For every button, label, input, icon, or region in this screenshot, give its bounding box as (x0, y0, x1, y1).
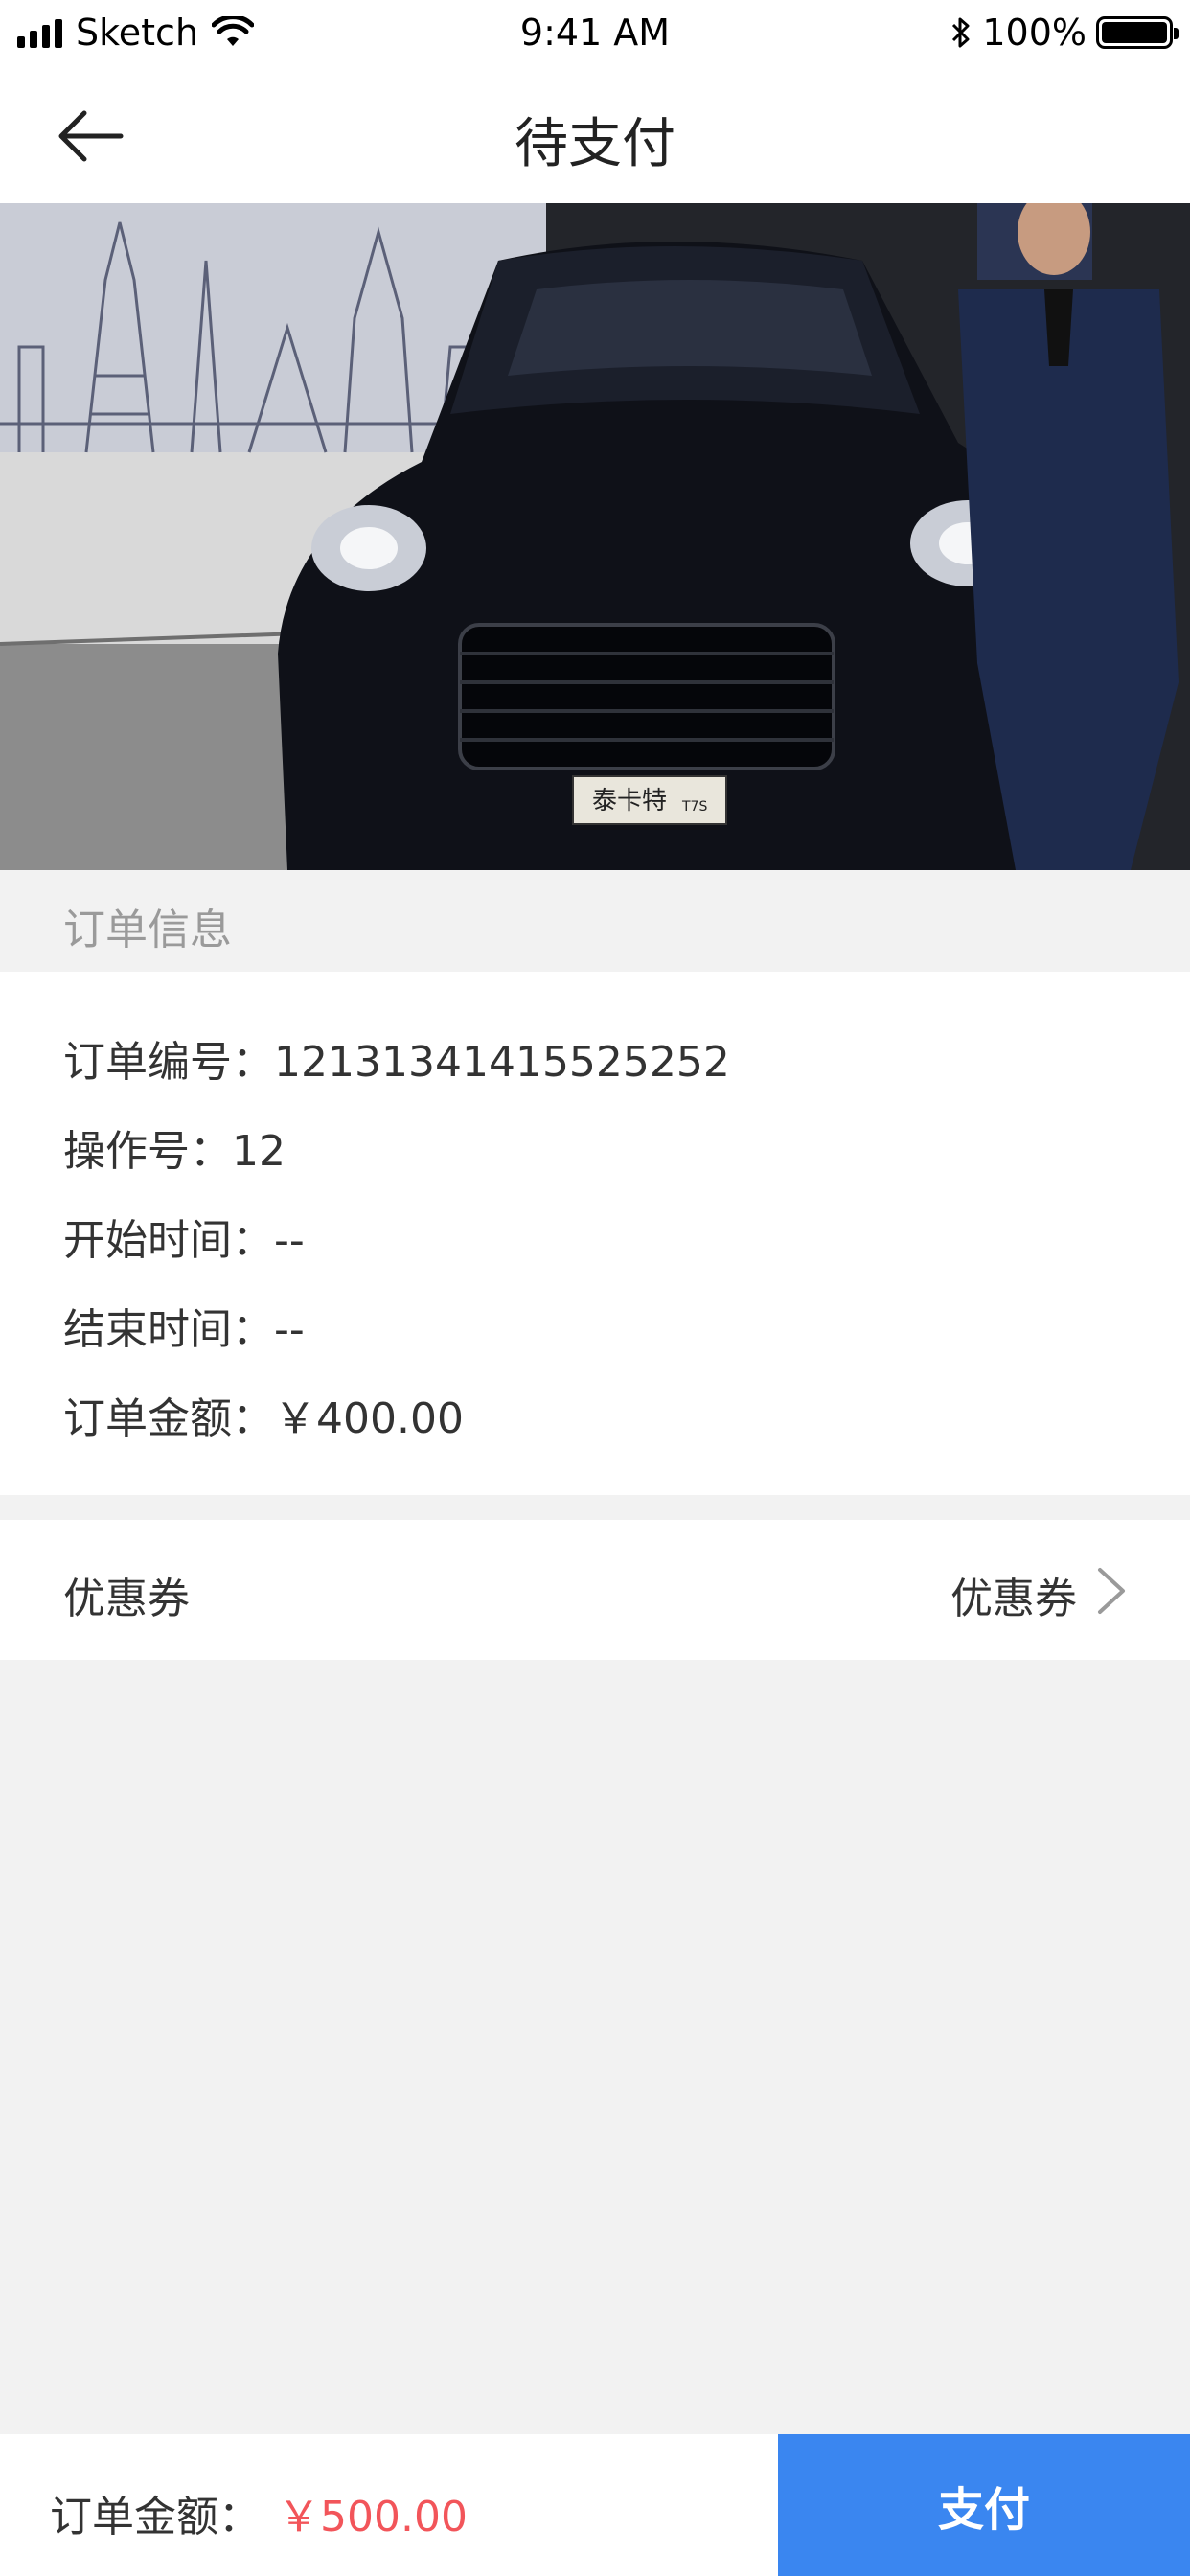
chevron-right-icon (1098, 1568, 1125, 1614)
coupon-label: 优惠券 (63, 1575, 190, 1623)
status-bar: Sketch 9:41 AM 100% (0, 0, 1190, 69)
payment-page: Sketch 9:41 AM 100% 待支付 泰卡特 T7S 订单信息 订单编… (0, 0, 1190, 2576)
end-time-value: -- (274, 1305, 305, 1354)
start-time-value: -- (274, 1216, 305, 1265)
order-info-header: 订单信息 (0, 870, 1190, 972)
order-number-row: 订单编号：12131341415525252 (63, 1027, 730, 1089)
order-amount-label: 订单金额： (63, 1394, 274, 1443)
total-amount: ￥500.00 (278, 2493, 468, 2542)
order-number-value: 12131341415525252 (274, 1038, 730, 1087)
start-time-row: 开始时间：-- (63, 1206, 305, 1267)
start-time-label: 开始时间： (63, 1216, 274, 1265)
status-right: 100% (950, 12, 1179, 54)
nav-bar: 待支付 (0, 69, 1190, 203)
order-amount-value: ￥400.00 (274, 1394, 464, 1443)
coupon-row[interactable]: 优惠券 优惠券 (0, 1520, 1190, 1660)
car-illustration: 泰卡特 T7S (0, 203, 1190, 870)
order-info-panel: 订单编号：12131341415525252 操作号：12 开始时间：-- 结束… (0, 972, 1190, 1495)
end-time-label: 结束时间： (63, 1305, 274, 1354)
end-time-row: 结束时间：-- (63, 1295, 305, 1356)
pay-button[interactable]: 支付 (778, 2434, 1190, 2576)
operation-number-row: 操作号：12 (63, 1116, 286, 1178)
bluetooth-icon (952, 17, 970, 48)
order-info-title: 订单信息 (63, 906, 232, 954)
total-label: 订单金额： (50, 2493, 261, 2542)
page-title: 待支付 (515, 113, 675, 175)
battery-icon (1096, 16, 1179, 49)
order-number-label: 订单编号： (63, 1038, 274, 1087)
plate-text: 泰卡特 (592, 787, 667, 816)
order-amount-row: 订单金额：￥400.00 (63, 1384, 464, 1445)
operation-number-value: 12 (232, 1127, 286, 1176)
plate-sub: T7S (681, 799, 707, 815)
car-photo: 泰卡特 T7S (0, 203, 1190, 870)
battery-percent: 100% (982, 12, 1087, 54)
bottom-bar: 订单金额： ￥500.00 支付 (0, 2434, 1190, 2576)
operation-number-label: 操作号： (63, 1127, 232, 1176)
coupon-value: 优惠券 (950, 1575, 1077, 1623)
